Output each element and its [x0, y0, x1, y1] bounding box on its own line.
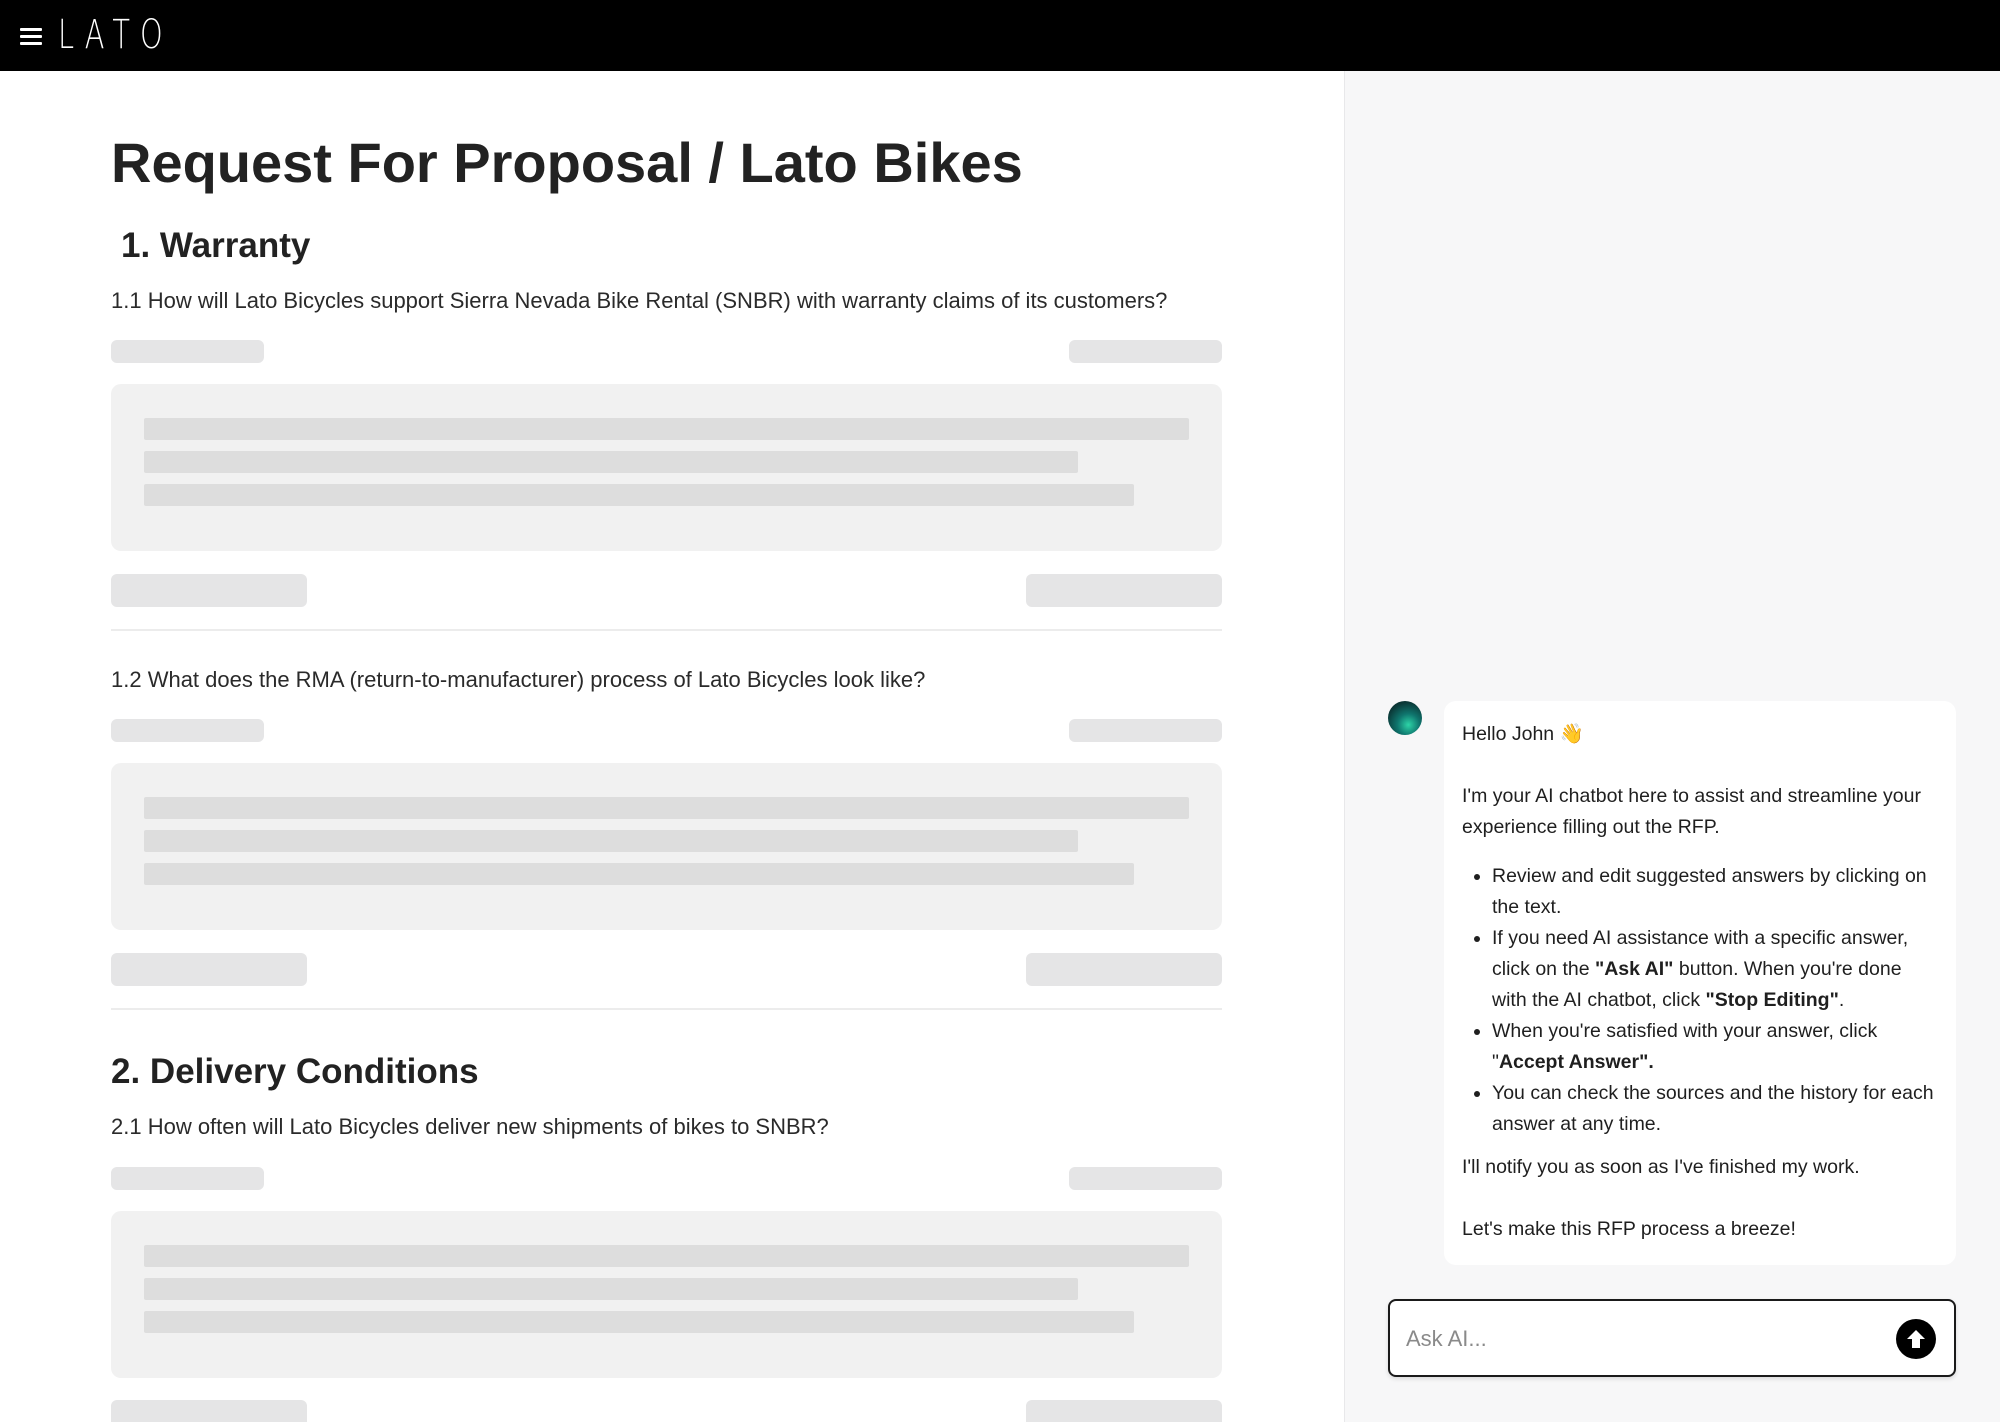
- skeleton-line: [144, 863, 1134, 885]
- accept-answer-emphasis: Accept Answer".: [1498, 1051, 1654, 1073]
- skeleton-status: [1069, 340, 1222, 363]
- skeleton-line: [144, 1311, 1134, 1333]
- ask-ai-input[interactable]: [1404, 1315, 1868, 1363]
- divider: [111, 629, 1222, 631]
- arrow-up-circle-icon: [1907, 1330, 1925, 1348]
- skeleton-line: [144, 830, 1078, 852]
- rfp-document: Request For Proposal / Lato Bikes 1. War…: [0, 71, 1344, 1422]
- skeleton-line: [144, 1245, 1189, 1267]
- skeleton-label: [111, 1167, 264, 1190]
- skeleton-button-right: [1026, 574, 1222, 607]
- top-bar: LATO: [0, 0, 2000, 71]
- skeleton-label: [111, 340, 264, 363]
- list-item: When you're satisfied with your answer, …: [1492, 1016, 1938, 1078]
- send-button[interactable]: [1896, 1319, 1936, 1359]
- skeleton-answer-box[interactable]: [111, 384, 1222, 551]
- ai-avatar: [1388, 701, 1422, 735]
- ask-ai-emphasis: "Ask AI": [1594, 958, 1674, 980]
- hamburger-menu-icon[interactable]: [20, 21, 42, 51]
- question-1-2: 1.2 What does the RMA (return-to-manufac…: [111, 667, 926, 692]
- list-item: Review and edit suggested answers by cli…: [1492, 861, 1938, 923]
- closing-text: Let's make this RFP process a breeze!: [1462, 1218, 1796, 1240]
- skeleton-button-right: [1026, 1400, 1222, 1422]
- instruction-list: Review and edit suggested answers by cli…: [1462, 861, 1938, 1140]
- greeting-text: Hello John 👋: [1462, 723, 1584, 745]
- skeleton-button-left: [111, 953, 307, 986]
- page-title: Request For Proposal / Lato Bikes: [111, 131, 1023, 194]
- skeleton-line: [144, 797, 1189, 819]
- divider: [111, 1008, 1222, 1010]
- question-2-1: 2.1 How often will Lato Bicycles deliver…: [111, 1114, 829, 1139]
- stop-editing-emphasis: "Stop Editing": [1705, 989, 1839, 1011]
- skeleton-line: [144, 418, 1189, 440]
- ask-ai-box: [1388, 1299, 1956, 1377]
- list-item: If you need AI assistance with a specifi…: [1492, 923, 1938, 1016]
- skeleton-line: [144, 1278, 1078, 1300]
- question-1-1: 1.1 How will Lato Bicycles support Sierr…: [111, 288, 1168, 313]
- skeleton-status: [1069, 719, 1222, 742]
- skeleton-button-right: [1026, 953, 1222, 986]
- list-item: You can check the sources and the histor…: [1492, 1078, 1938, 1140]
- skeleton-label: [111, 719, 264, 742]
- skeleton-line: [144, 484, 1134, 506]
- section-title-delivery-conditions: 2. Delivery Conditions: [111, 1052, 479, 1091]
- skeleton-status: [1069, 1167, 1222, 1190]
- logo[interactable]: LATO: [58, 12, 173, 58]
- skeleton-answer-box[interactable]: [111, 1211, 1222, 1378]
- skeleton-line: [144, 451, 1078, 473]
- intro-text: I'm your AI chatbot here to assist and s…: [1462, 785, 1921, 838]
- notify-text: I'll notify you as soon as I've finished…: [1462, 1156, 1860, 1178]
- chat-message: Hello John 👋 I'm your AI chatbot here to…: [1444, 701, 1956, 1265]
- skeleton-answer-box[interactable]: [111, 763, 1222, 930]
- section-title-warranty: 1. Warranty: [121, 226, 311, 265]
- skeleton-button-left: [111, 574, 307, 607]
- skeleton-button-left: [111, 1400, 307, 1422]
